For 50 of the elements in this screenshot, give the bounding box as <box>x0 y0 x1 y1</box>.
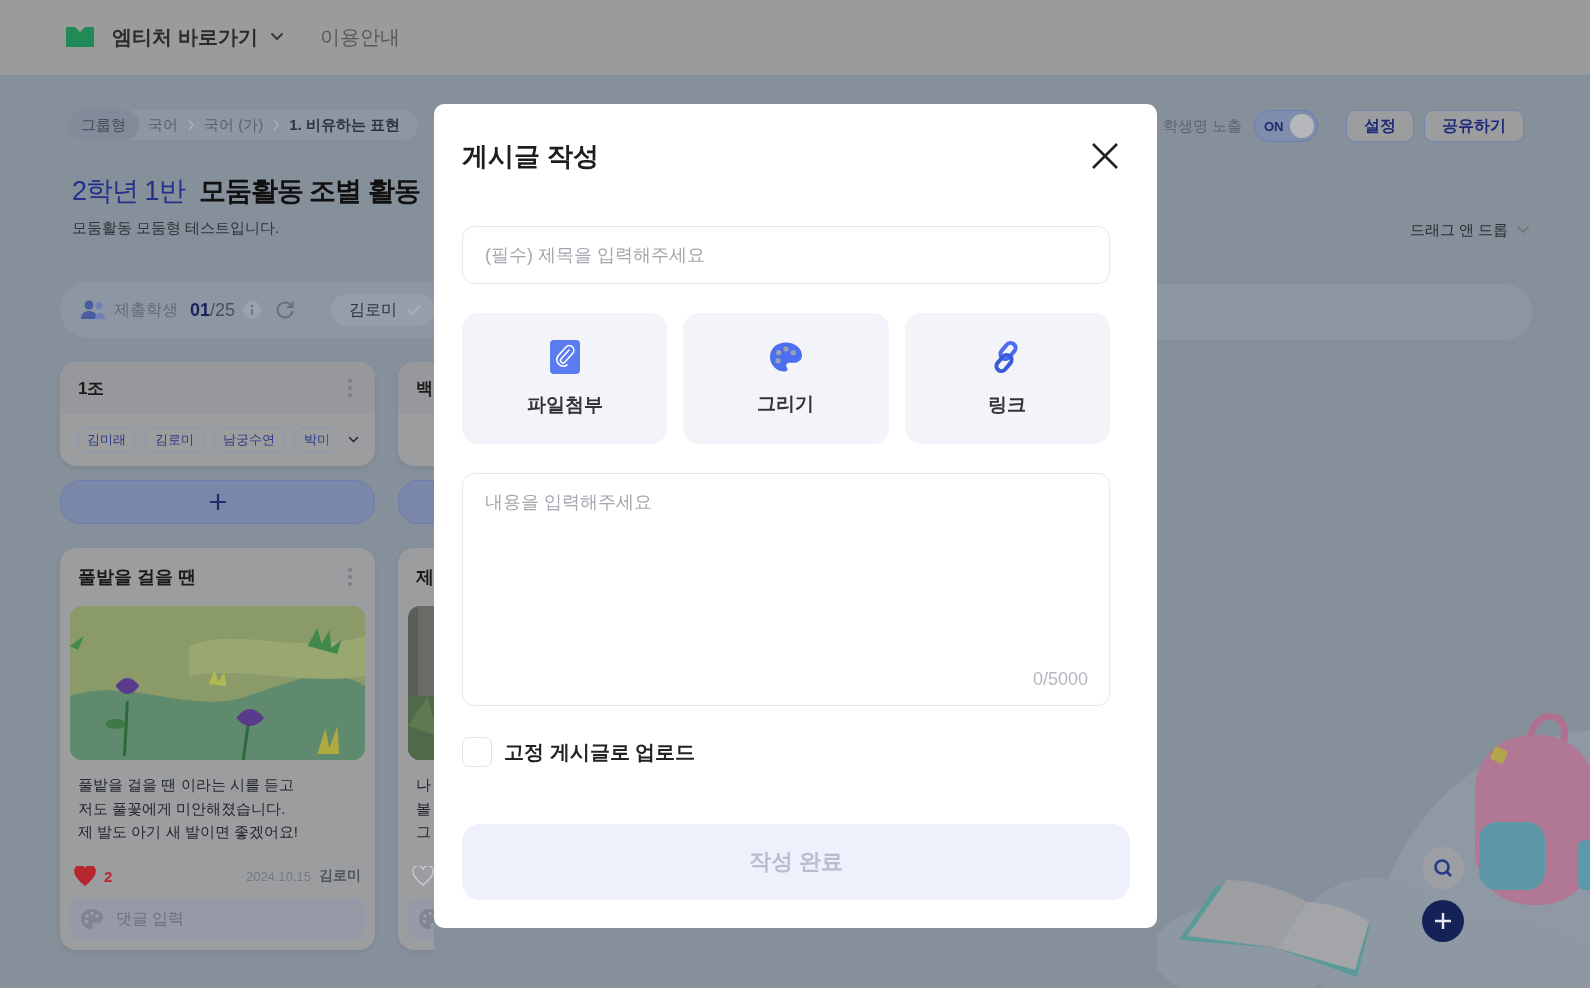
toggle-switch[interactable]: ON <box>1254 110 1318 142</box>
title-field[interactable]: (필수) 제목을 입력해주세요 <box>462 226 1110 284</box>
submission-total: /25 <box>210 299 236 321</box>
submission-count: 01 <box>190 299 211 321</box>
plus-icon <box>208 493 227 511</box>
people-icon <box>80 300 106 320</box>
header-button[interactable]: 설정 <box>1346 110 1414 142</box>
post-title: 풀밭을 걸을 땐 <box>78 566 196 589</box>
chevron-down-icon[interactable] <box>269 32 284 42</box>
logo-icon[interactable] <box>66 27 94 47</box>
attachment-button[interactable]: 파일첨부 <box>462 313 668 444</box>
class-name: 2학년 1반 <box>72 175 185 208</box>
heart-icon[interactable] <box>74 866 96 886</box>
group-title: 1조 <box>78 377 105 400</box>
paperclip-icon <box>549 339 580 374</box>
brand-link[interactable]: 엠티처 바로가기 <box>112 23 258 51</box>
student-filter[interactable]: 김로미 <box>331 294 434 326</box>
palette-icon <box>768 340 804 373</box>
info-icon[interactable] <box>243 301 262 319</box>
add-post-button[interactable] <box>60 480 375 524</box>
type-tag: 그룹형 <box>68 110 139 140</box>
post-text: 나 볼 그 <box>416 775 432 842</box>
checkbox[interactable] <box>462 737 492 767</box>
post-author: 김로미 <box>319 867 361 885</box>
attachment-button[interactable]: 링크 <box>904 313 1110 444</box>
group-title: 백 <box>416 377 433 400</box>
chevron-right-icon <box>187 119 195 131</box>
chevron-right-icon <box>272 119 281 131</box>
close-button[interactable] <box>1090 141 1120 171</box>
header-button[interactable]: 공유하기 <box>1424 110 1524 142</box>
page-description: 모둠활동 모둠형 테스트입니다. <box>72 219 280 238</box>
search-icon <box>1433 858 1453 878</box>
breadcrumb-link[interactable]: 1. 비유하는 표현 <box>289 115 401 135</box>
dialog-title: 게시글 작성 <box>462 139 600 173</box>
palette-icon <box>80 908 104 930</box>
more-icon[interactable] <box>347 378 353 398</box>
plus-icon <box>1434 912 1452 930</box>
like-count: 2 <box>104 867 113 885</box>
refresh-icon[interactable] <box>275 300 296 320</box>
post-text: 풀밭을 걸을 땐 이라는 시를 듣고 저도 풀꽃에게 미안해졌습니다. 제 발도 아기 새 발이면 좋겠어요! <box>78 775 299 842</box>
post-title: 제 <box>416 566 434 589</box>
nav-link[interactable]: 이용안내 <box>319 23 400 51</box>
attachment-button[interactable]: 그리기 <box>683 313 889 444</box>
character-counter: 0/5000 <box>1032 669 1088 690</box>
sort-dropdown[interactable]: 드래그 앤 드롭 <box>1409 220 1508 240</box>
expand-icon[interactable] <box>348 435 359 445</box>
checkbox-label[interactable]: 고정 게시글로 업로드 <box>504 738 696 766</box>
page-title: 모둠활동 조별 활동 <box>198 175 420 208</box>
close-icon <box>1090 141 1120 171</box>
more-icon[interactable] <box>347 567 353 587</box>
